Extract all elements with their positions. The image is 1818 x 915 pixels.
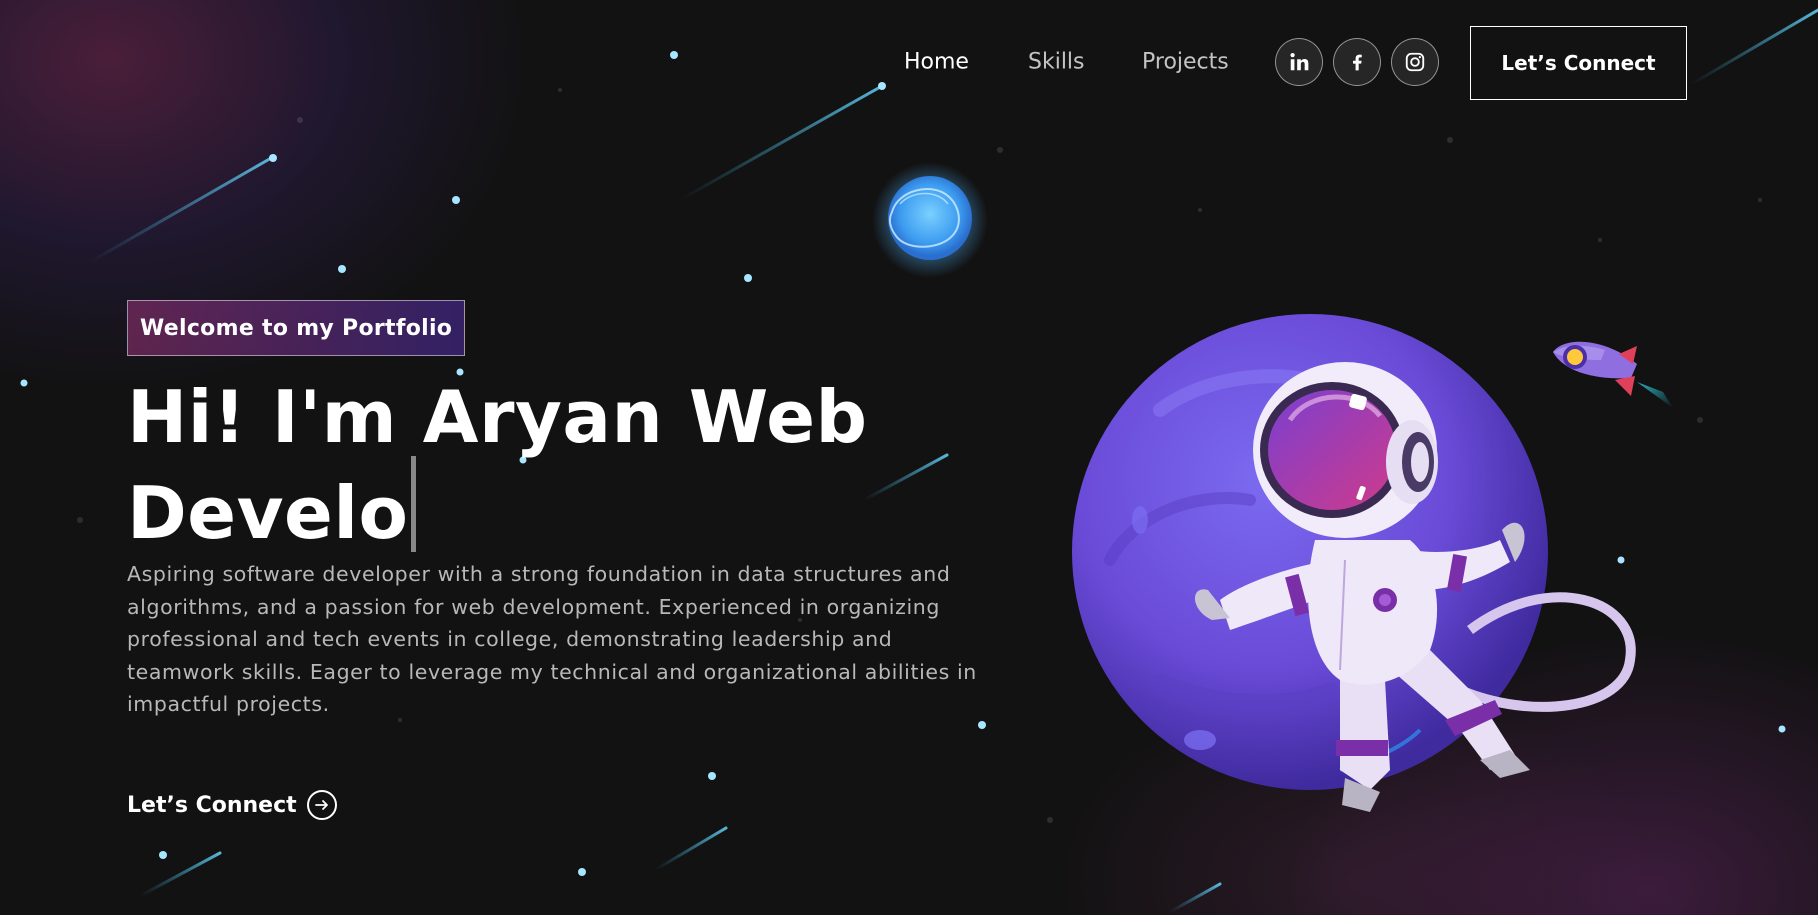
hero-connect-button[interactable]: Let’s Connect <box>127 790 337 820</box>
linkedin-link[interactable] <box>1275 38 1323 86</box>
cta-label: Let’s Connect <box>127 792 297 818</box>
nav-connect-button[interactable]: Let’s Connect <box>1470 26 1687 100</box>
instagram-link[interactable] <box>1391 38 1439 86</box>
nav-link-home[interactable]: Home <box>904 50 969 75</box>
headline-line-2: Develo <box>127 456 868 552</box>
arrow-right-circle-icon <box>306 790 337 820</box>
nav-link-skills[interactable]: Skills <box>1028 50 1085 75</box>
welcome-tagline: Welcome to my Portfolio <box>127 300 466 356</box>
facebook-link[interactable] <box>1333 38 1381 86</box>
hero-headline: Hi! I'm Aryan Web Develo <box>127 378 868 552</box>
headline-typed-text: Develo <box>127 471 409 555</box>
astronaut-planet-illustration <box>1072 314 1636 812</box>
nav-link-projects[interactable]: Projects <box>1142 50 1229 75</box>
facebook-icon <box>1353 54 1362 71</box>
hero-description: Aspiring software developer with a stron… <box>127 562 977 717</box>
navbar: Home Skills Projects Let’s Connect <box>0 26 1818 100</box>
instagram-icon <box>1405 52 1425 72</box>
glowing-planet-decoration <box>872 162 988 278</box>
typing-caret <box>410 456 416 552</box>
linkedin-icon <box>1290 53 1309 71</box>
headline-line-1: Hi! I'm Aryan Web <box>127 375 868 459</box>
